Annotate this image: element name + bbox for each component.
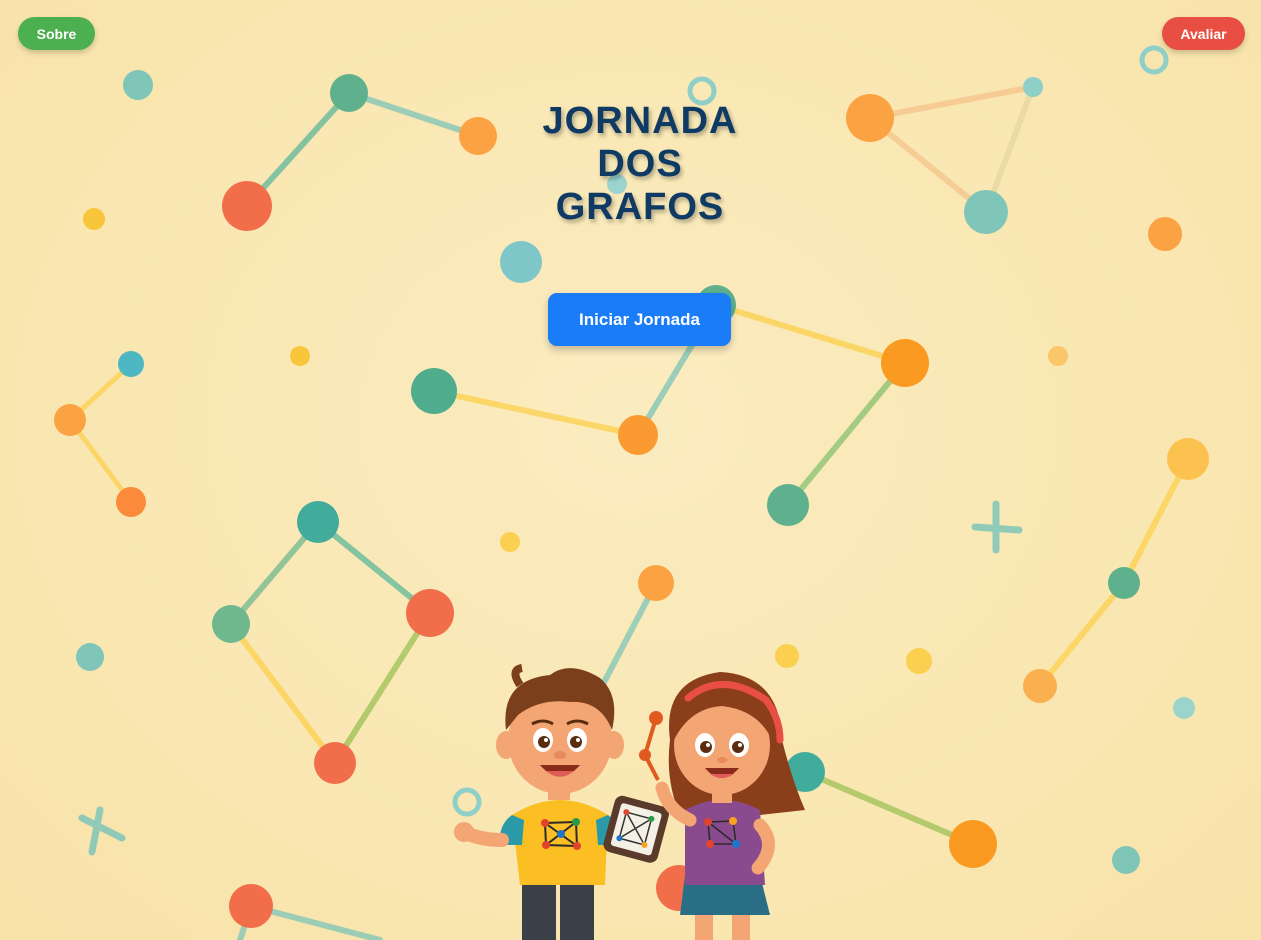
start-journey-button[interactable]: Iniciar Jornada xyxy=(548,293,731,346)
title-line: DOS xyxy=(597,143,683,185)
kids-illustration xyxy=(454,664,805,940)
title-line: GRAFOS xyxy=(555,186,725,228)
about-button[interactable]: Sobre xyxy=(18,17,95,50)
rate-button[interactable]: Avaliar xyxy=(1162,17,1245,50)
boy-character xyxy=(454,664,624,940)
page-title: JORNADA DOS GRAFOS xyxy=(480,100,800,229)
title-line: JORNADA xyxy=(542,100,738,142)
tablet-icon xyxy=(603,795,669,863)
girl-character xyxy=(639,672,805,940)
